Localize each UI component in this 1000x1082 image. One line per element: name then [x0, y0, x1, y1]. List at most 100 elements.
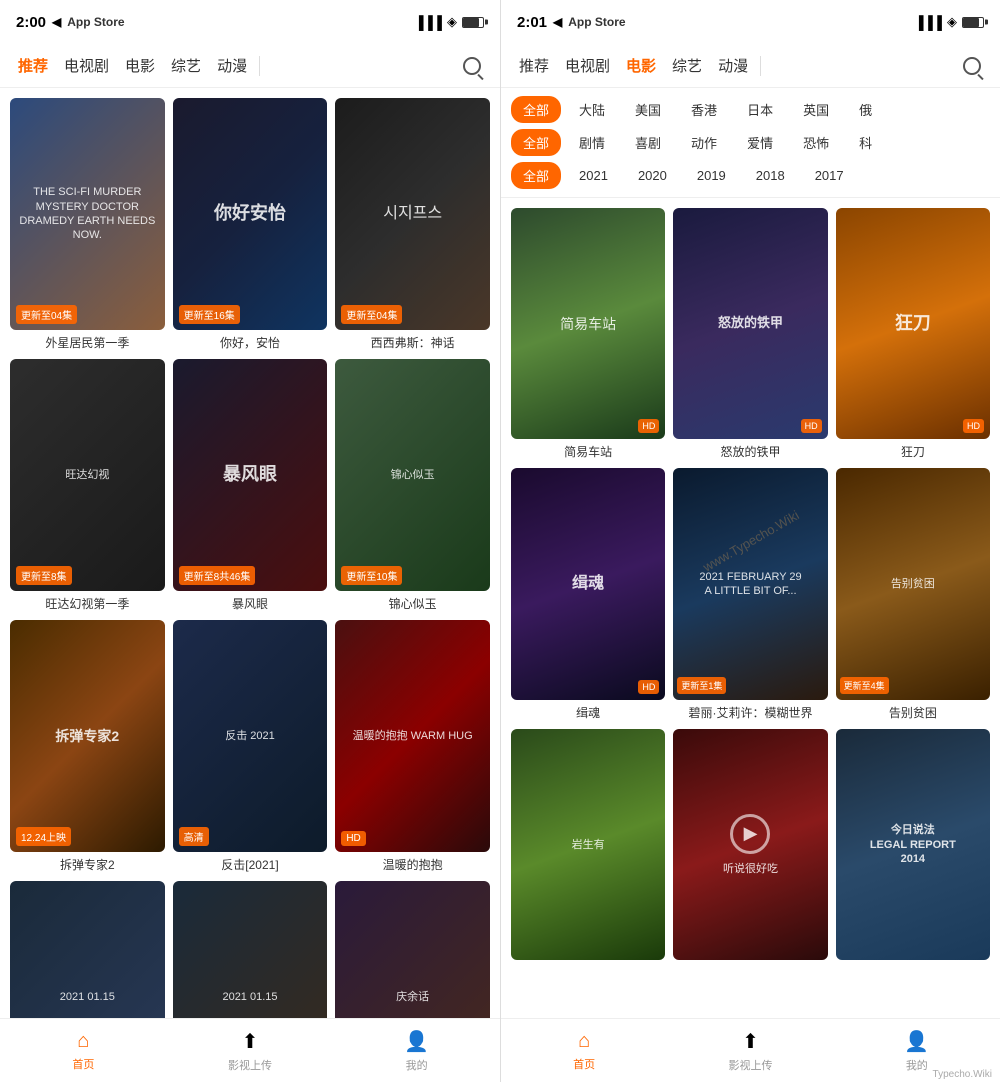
rthumb-7: 岩生有	[511, 729, 665, 960]
tab-tv-left[interactable]: 电视剧	[56, 49, 117, 82]
filter-japan[interactable]: 日本	[735, 96, 785, 123]
filter-uk[interactable]: 英国	[791, 96, 841, 123]
arrow-left: ◀	[52, 15, 61, 29]
list-item[interactable]: 시지프스 更新至04集 西西弗斯：神话	[335, 98, 490, 351]
list-item[interactable]: 怒放的铁甲 HD 怒放的铁甲	[673, 208, 827, 460]
tab-recommend-right[interactable]: 推荐	[511, 49, 557, 82]
rtitle-5: 碧丽·艾莉许：模糊世界	[673, 704, 827, 721]
list-item[interactable]: 2021 01.15	[173, 881, 328, 1018]
list-item[interactable]: 庆余话	[335, 881, 490, 1018]
right-panel: www.Typecho.Wiki 2:01 ◀ App Store ▐▐▐ ◈ …	[500, 0, 1000, 1082]
filter-section: 全部 大陆 美国 香港 日本 英国 俄 全部 剧情 喜剧 动作 爱情 恐怖 科 …	[501, 88, 1000, 198]
appstore-left[interactable]: App Store	[67, 15, 124, 29]
filter-2017[interactable]: 2017	[803, 164, 856, 187]
filter-all-genre[interactable]: 全部	[511, 129, 561, 156]
tab-home-right[interactable]: ⌂ 首页	[501, 1030, 667, 1072]
tab-variety-left[interactable]: 综艺	[163, 49, 209, 82]
appstore-right[interactable]: App Store	[568, 15, 625, 29]
rtitle-3: 狂刀	[836, 443, 990, 460]
status-left-right: 2:01 ◀ App Store	[517, 14, 626, 31]
title-7: 拆弹专家2	[10, 856, 165, 873]
content-right: 简易车站 HD 简易车站 怒放的铁甲 HD 怒放的铁甲 狂刀 HD 狂刀	[501, 198, 1000, 1018]
rbadge-1: HD	[638, 419, 659, 433]
tab-recommend-left[interactable]: 推荐	[10, 49, 56, 82]
search-icon-left	[463, 57, 481, 75]
signal-icon-right: ▐▐▐	[914, 15, 942, 30]
tab-home-left[interactable]: ⌂ 首页	[0, 1030, 167, 1072]
arrow-right: ◀	[553, 15, 562, 29]
tab-anime-right[interactable]: 动漫	[710, 49, 756, 82]
badge-4: 更新至8集	[16, 566, 72, 585]
thumb-3: 시지프스 更新至04集	[335, 98, 490, 330]
list-item[interactable]: 缉魂 HD 缉魂	[511, 468, 665, 720]
rthumb-5: 2021 FEBRUARY 29A LITTLE BIT OF... 更新至1集	[673, 468, 827, 699]
bottom-tabs-right: ⌂ 首页 ⬆ 影视上传 👤 我的	[501, 1018, 1000, 1082]
list-item[interactable]: 反击 2021 高清 反击[2021]	[173, 620, 328, 873]
status-bar-right: 2:01 ◀ App Store ▐▐▐ ◈	[501, 0, 1000, 44]
tab-tv-right[interactable]: 电视剧	[557, 49, 618, 82]
time-left: 2:00	[16, 14, 46, 31]
filter-all-region[interactable]: 全部	[511, 96, 561, 123]
home-icon-left: ⌂	[77, 1030, 89, 1053]
left-panel: 2:00 ◀ App Store ▐▐▐ ◈ 推荐 电视剧 电影 综艺 动漫 T…	[0, 0, 500, 1082]
list-item[interactable]: 拆弹专家2 12.24上映 拆弹专家2	[10, 620, 165, 873]
list-item[interactable]: 你好安怡 更新至16集 你好，安怡	[173, 98, 328, 351]
list-item[interactable]: THE SCI-FI MURDER MYSTERY DOCTOR DRAMEDY…	[10, 98, 165, 351]
list-item[interactable]: 锦心似玉 更新至10集 锦心似玉	[335, 359, 490, 612]
tab-upload-left[interactable]: ⬆ 影视上传	[167, 1029, 334, 1073]
thumb-9: 温暖的抱抱 WARM HUG HD	[335, 620, 490, 852]
list-item[interactable]: 2021 FEBRUARY 29A LITTLE BIT OF... 更新至1集…	[673, 468, 827, 720]
tab-upload-right[interactable]: ⬆ 影视上传	[667, 1029, 833, 1073]
filter-horror[interactable]: 恐怖	[791, 129, 841, 156]
filter-sci[interactable]: 科	[847, 129, 884, 156]
list-item[interactable]: 2021 01.15	[10, 881, 165, 1018]
badge-2: 更新至16集	[179, 305, 240, 324]
filter-mainland[interactable]: 大陆	[567, 96, 617, 123]
filter-2018[interactable]: 2018	[744, 164, 797, 187]
badge-3: 更新至04集	[341, 305, 402, 324]
thumb-6: 锦心似玉 更新至10集	[335, 359, 490, 591]
home-label-right: 首页	[573, 1056, 595, 1072]
bottom-tabs-left: ⌂ 首页 ⬆ 影视上传 👤 我的	[0, 1018, 500, 1082]
filter-2021[interactable]: 2021	[567, 164, 620, 187]
list-item[interactable]: 狂刀 HD 狂刀	[836, 208, 990, 460]
signal-icon-left: ▐▐▐	[414, 15, 442, 30]
filter-all-year[interactable]: 全部	[511, 162, 561, 189]
list-item[interactable]: 温暖的抱抱 WARM HUG HD 温暖的抱抱	[335, 620, 490, 873]
filter-2020[interactable]: 2020	[626, 164, 679, 187]
list-item[interactable]: 暴风眼 更新至8共46集 暴风眼	[173, 359, 328, 612]
list-item[interactable]: 今日说法LEGAL REPORT2014	[836, 729, 990, 964]
rthumb-4: 缉魂 HD	[511, 468, 665, 699]
rbadge-5: 更新至1集	[677, 677, 726, 694]
title-1: 外星居民第一季	[10, 334, 165, 351]
filter-drama[interactable]: 剧情	[567, 129, 617, 156]
filter-hk[interactable]: 香港	[679, 96, 729, 123]
tab-mine-right[interactable]: 👤 我的	[834, 1029, 1000, 1073]
search-button-left[interactable]	[454, 48, 490, 84]
tab-variety-right[interactable]: 综艺	[664, 49, 710, 82]
wifi-icon-right: ◈	[947, 14, 957, 30]
rtitle-6: 告别贫困	[836, 704, 990, 721]
filter-romance[interactable]: 爱情	[735, 129, 785, 156]
upload-label-right: 影视上传	[728, 1057, 772, 1073]
rthumb-2: 怒放的铁甲 HD	[673, 208, 827, 439]
filter-comedy[interactable]: 喜剧	[623, 129, 673, 156]
list-item[interactable]: 告别贫困 更新至4集 告别贫困	[836, 468, 990, 720]
list-item[interactable]: 旺达幻视 更新至8集 旺达幻视第一季	[10, 359, 165, 612]
search-button-right[interactable]	[954, 48, 990, 84]
filter-russia[interactable]: 俄	[847, 96, 884, 123]
tab-movie-left[interactable]: 电影	[117, 49, 163, 82]
tab-movie-right[interactable]: 电影	[618, 49, 664, 82]
title-3: 西西弗斯：神话	[335, 334, 490, 351]
list-item[interactable]: 简易车站 HD 简易车站	[511, 208, 665, 460]
list-item[interactable]: 岩生有	[511, 729, 665, 964]
rthumb-8: ▶ 听说很好吃	[673, 729, 827, 960]
tab-anime-left[interactable]: 动漫	[209, 49, 255, 82]
filter-2019[interactable]: 2019	[685, 164, 738, 187]
battery-icon-right	[962, 17, 984, 28]
list-item[interactable]: ▶ 听说很好吃	[673, 729, 827, 964]
tab-mine-left[interactable]: 👤 我的	[333, 1029, 500, 1073]
thumb-10: 2021 01.15	[10, 881, 165, 1018]
filter-action[interactable]: 动作	[679, 129, 729, 156]
filter-usa[interactable]: 美国	[623, 96, 673, 123]
